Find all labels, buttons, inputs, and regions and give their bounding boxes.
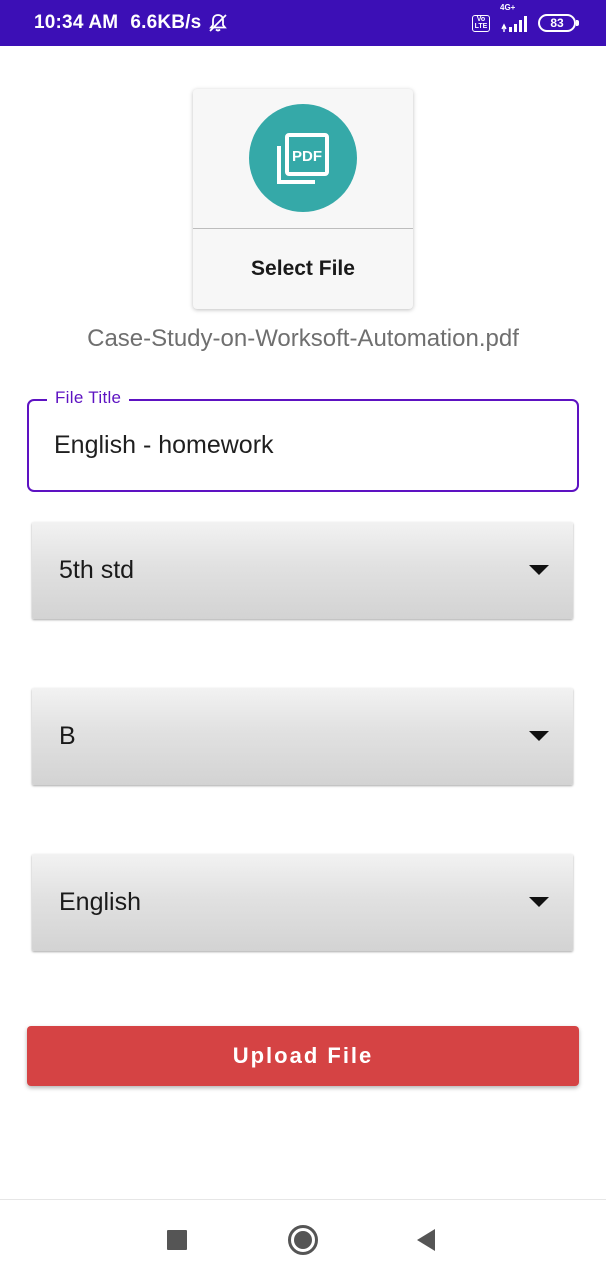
status-time: 10:34 AM bbox=[34, 12, 119, 33]
pdf-icon: PDF bbox=[249, 104, 357, 212]
signal-icon: 4G+ bbox=[500, 3, 528, 33]
file-title-label: File Title bbox=[47, 388, 130, 408]
subject-dropdown[interactable]: English bbox=[32, 854, 573, 951]
home-circle-icon[interactable] bbox=[281, 1218, 325, 1262]
select-file-button[interactable]: PDF Select File bbox=[193, 89, 413, 309]
section-dropdown[interactable]: B bbox=[32, 688, 573, 785]
network-speed: 6.6KB/s bbox=[130, 12, 202, 33]
class-dropdown[interactable]: 5th std bbox=[32, 522, 573, 619]
dropdown-arrow-icon bbox=[529, 731, 549, 741]
subject-dropdown-value: English bbox=[59, 888, 141, 916]
system-nav-bar bbox=[0, 1199, 606, 1281]
file-title-field[interactable]: File Title English - homework bbox=[27, 388, 579, 492]
status-bar: 10:34 AM 6.6KB/s Vo LTE 4G+ 83 bbox=[0, 0, 606, 46]
file-title-input[interactable]: English - homework bbox=[54, 431, 274, 460]
selected-file-name: Case-Study-on-Worksoft-Automation.pdf bbox=[87, 325, 519, 352]
dropdown-arrow-icon bbox=[529, 897, 549, 907]
class-dropdown-value: 5th std bbox=[59, 556, 135, 584]
back-triangle-icon[interactable] bbox=[404, 1218, 448, 1262]
battery-level: 83 bbox=[550, 16, 564, 30]
section-dropdown-value: B bbox=[59, 722, 76, 750]
pdf-icon-text: PDF bbox=[292, 148, 322, 165]
recents-square-icon[interactable] bbox=[155, 1218, 199, 1262]
status-right: Vo LTE 4G+ 83 bbox=[472, 0, 579, 46]
notifications-muted-icon bbox=[207, 12, 229, 34]
dropdown-arrow-icon bbox=[529, 565, 549, 575]
upload-file-button[interactable]: Upload File bbox=[27, 1026, 579, 1086]
select-file-label: Select File bbox=[251, 257, 355, 280]
volte-icon: Vo LTE bbox=[472, 14, 490, 32]
battery-icon: 83 bbox=[538, 14, 579, 32]
status-left: 10:34 AM 6.6KB/s bbox=[34, 0, 229, 46]
